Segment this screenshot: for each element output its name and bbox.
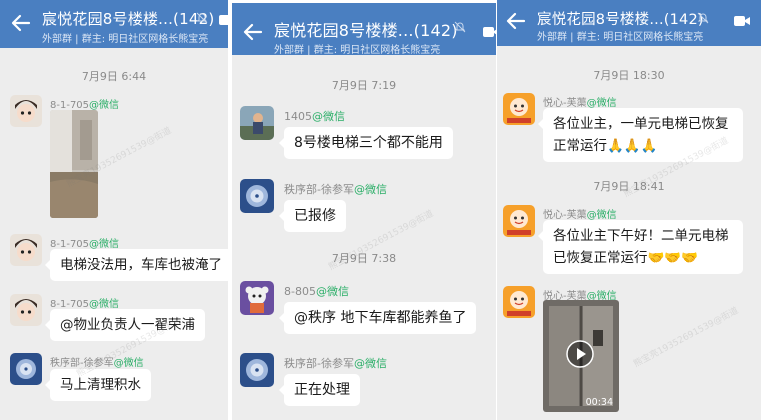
sender-name: 8-1-705@微信 [50, 100, 120, 111]
mute-bell-icon [697, 12, 709, 24]
avatar[interactable] [10, 234, 42, 266]
chat-panel-middle: 宸悦花园8号楼楼...(142) 外部群 | 群主: 明日社区网格长熊宝亮 7月… [232, 3, 496, 420]
avatar[interactable] [503, 286, 535, 318]
avatar[interactable] [10, 294, 42, 326]
video-call-icon[interactable] [218, 13, 228, 27]
chat-subtitle: 外部群 | 群主: 明日社区网格长熊宝亮 [42, 34, 209, 45]
video-duration: 00:34 [585, 397, 613, 408]
timestamp: 7月9日 18:41 [593, 180, 665, 193]
message-bubble[interactable]: 已报修 [279, 200, 346, 232]
chat-title[interactable]: 宸悦花园8号楼楼...(142) [274, 17, 458, 41]
message-bubble[interactable]: @物业负责人一翟荣浦 [45, 309, 205, 341]
video-message[interactable]: 00:34 [543, 300, 619, 412]
watermark: 熊宝亮19352691539@街道 [632, 305, 741, 370]
avatar[interactable] [240, 179, 274, 213]
chat-subtitle: 外部群 | 群主: 明日社区网格长熊宝亮 [274, 45, 441, 56]
avatar[interactable] [503, 205, 535, 237]
sender-name: 秩序部-徐参军@微信 [284, 183, 387, 196]
chat-header: 宸悦花园8号楼楼...(142) 外部群 | 群主: 明日社区网格长熊宝亮 [497, 0, 761, 46]
video-call-icon[interactable] [733, 14, 751, 28]
mute-bell-icon [454, 21, 466, 33]
video-call-icon[interactable] [482, 25, 496, 39]
message-line: 各位业主，一单元电梯已恢复 [553, 116, 729, 132]
message-line: 正常运行🙏🙏🙏 [553, 138, 658, 154]
sender-name: 1405@微信 [284, 110, 345, 123]
message-line: 各位业主下午好！二单元电梯 [553, 228, 729, 244]
message-bubble[interactable]: 各位业主下午好！二单元电梯 已恢复正常运行🤝🤝🤝 [538, 220, 743, 274]
chat-subtitle: 外部群 | 群主: 明日社区网格长熊宝亮 [537, 32, 704, 43]
sender-name: 秩序部-徐参军@微信 [50, 358, 144, 369]
timestamp: 7月9日 18:30 [593, 69, 665, 82]
timestamp: 7月9日 7:19 [331, 79, 397, 92]
message-bubble[interactable]: @秩序 地下车库都能养鱼了 [278, 302, 477, 334]
chat-header: 宸悦花园8号楼楼...(142) 外部群 | 群主: 明日社区网格长熊宝亮 [0, 0, 228, 48]
play-icon[interactable] [566, 340, 594, 368]
timestamp: 7月9日 7:38 [331, 252, 397, 265]
timestamp: 7月9日 6:44 [81, 70, 147, 83]
message-bubble[interactable]: 马上清理积水 [45, 369, 151, 401]
flood-photo[interactable] [50, 110, 98, 218]
message-bubble[interactable]: 电梯没法用，车库也被淹了 [45, 249, 228, 281]
sender-name: 8-805@微信 [284, 285, 349, 298]
message-bubble[interactable]: 各位业主，一单元电梯已恢复 正常运行🙏🙏🙏 [538, 108, 743, 162]
sender-name: 8-1-705@微信 [50, 299, 120, 310]
sender-name: 秩序部-徐参军@微信 [284, 357, 387, 370]
back-arrow-icon[interactable] [242, 21, 264, 43]
sender-name: 8-1-705@微信 [50, 239, 120, 250]
back-arrow-icon[interactable] [10, 12, 32, 34]
mute-bell-icon [196, 12, 208, 24]
chat-header: 宸悦花园8号楼楼...(142) 外部群 | 群主: 明日社区网格长熊宝亮 [232, 3, 496, 56]
avatar[interactable] [10, 95, 42, 127]
avatar[interactable] [503, 93, 535, 125]
back-arrow-icon[interactable] [505, 10, 527, 32]
avatar[interactable] [10, 353, 42, 385]
sender-name: 悦心-芙蕖@微信 [543, 98, 617, 109]
chat-title[interactable]: 宸悦花园8号楼楼...(142) [537, 8, 704, 29]
chat-title[interactable]: 宸悦花园8号楼楼...(142) [42, 8, 214, 29]
chat-panel-right: 宸悦花园8号楼楼...(142) 外部群 | 群主: 明日社区网格长熊宝亮 7月… [497, 0, 761, 420]
avatar[interactable] [240, 281, 274, 315]
sender-name: 悦心-芙蕖@微信 [543, 210, 617, 221]
avatar[interactable] [240, 106, 274, 140]
message-bubble[interactable]: 正在处理 [279, 374, 360, 406]
message-bubble[interactable]: 8号楼电梯三个都不能用 [279, 127, 453, 159]
avatar[interactable] [240, 353, 274, 387]
chat-panel-left: 宸悦花园8号楼楼...(142) 外部群 | 群主: 明日社区网格长熊宝亮 7月… [0, 0, 228, 420]
message-line: 已恢复正常运行🤝🤝🤝 [553, 250, 698, 266]
